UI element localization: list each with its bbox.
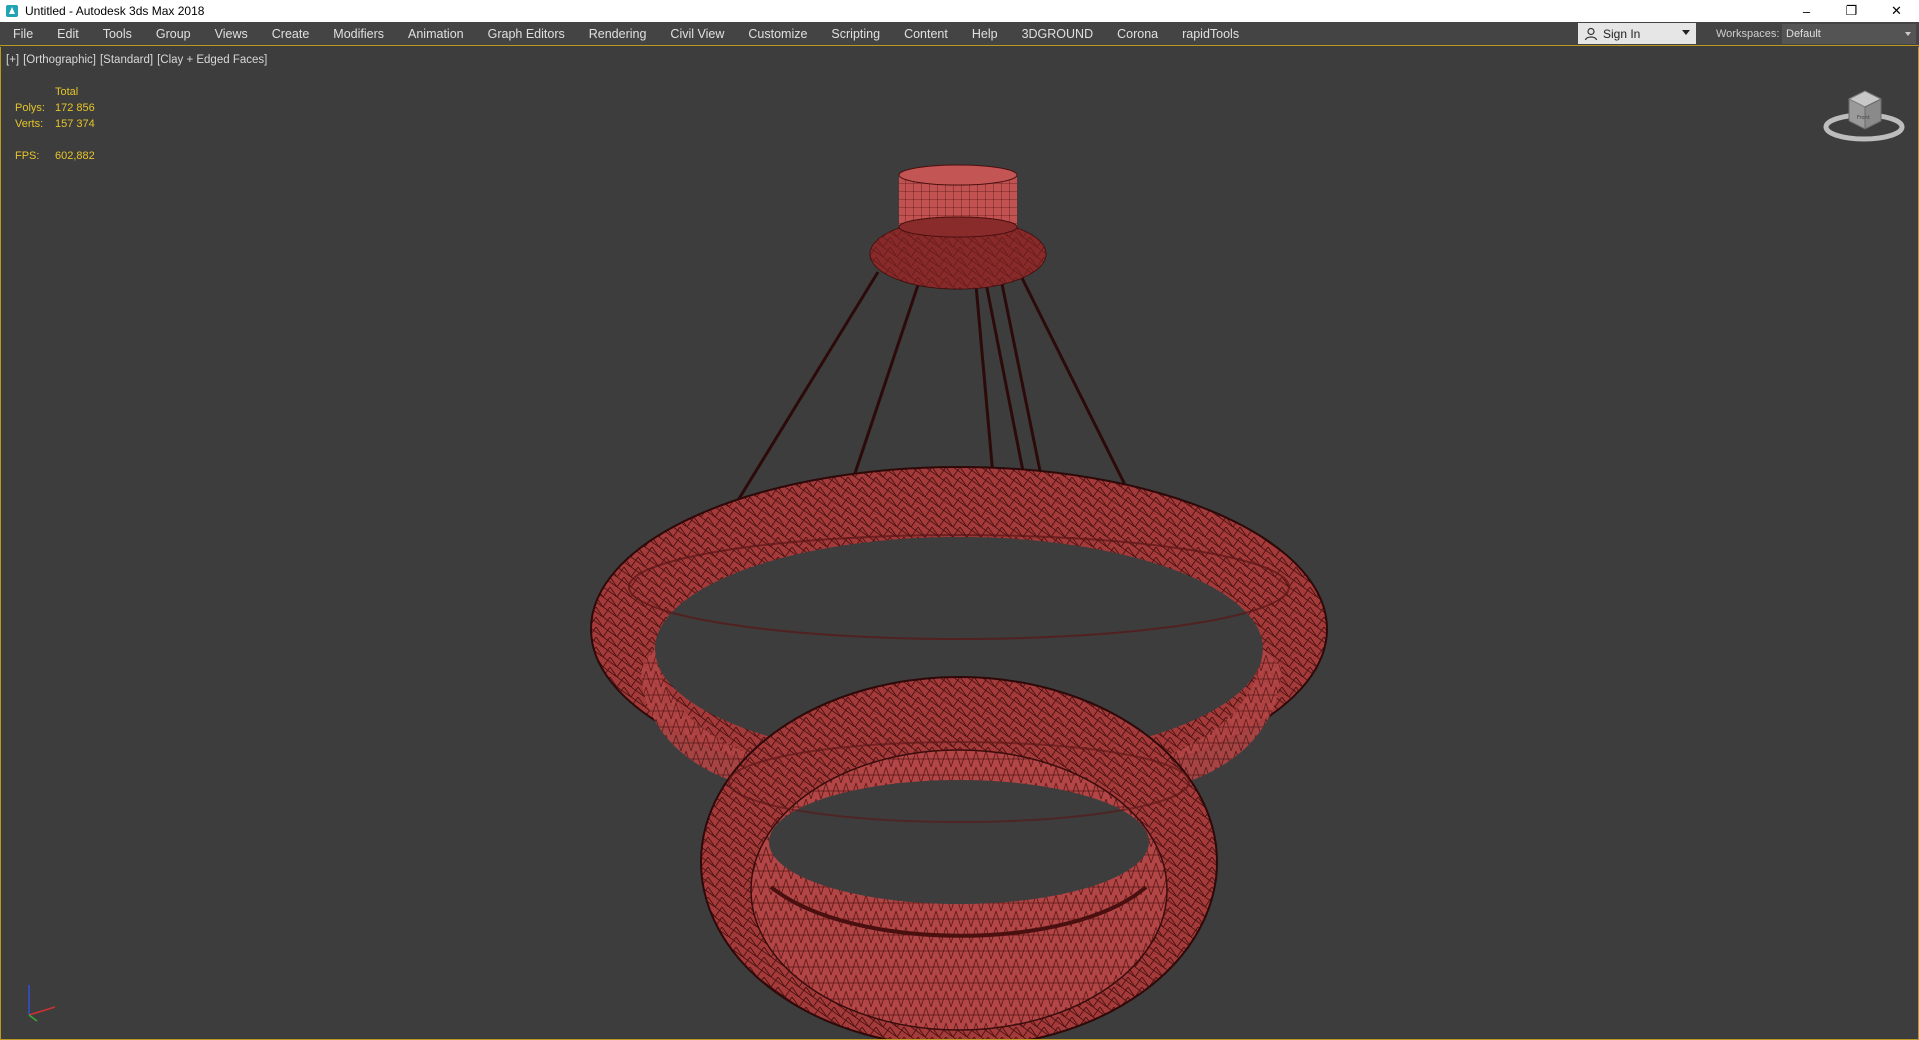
- ceiling-canopy: [869, 164, 1047, 290]
- minimize-button[interactable]: –: [1784, 0, 1829, 22]
- menu-rendering[interactable]: Rendering: [577, 22, 659, 46]
- menu-views[interactable]: Views: [203, 22, 260, 46]
- verts-value: 157 374: [55, 118, 95, 130]
- sign-in-label: Sign In: [1603, 26, 1641, 41]
- menu-customize[interactable]: Customize: [736, 22, 819, 46]
- title-bar: Untitled - Autodesk 3ds Max 2018 – ❐ ✕: [0, 0, 1919, 22]
- menu-animation[interactable]: Animation: [396, 22, 476, 46]
- menu-corona[interactable]: Corona: [1105, 22, 1170, 46]
- menu-3dground[interactable]: 3DGROUND: [1010, 22, 1106, 46]
- perspective-viewport[interactable]: [+] [Orthographic] [Standard] [Clay + Ed…: [0, 47, 1919, 1040]
- axis-tripod-icon: [19, 979, 61, 1023]
- lower-crystal-ring: [700, 676, 1218, 1039]
- chandelier-model[interactable]: [1, 47, 1918, 1039]
- polys-label: Polys:: [15, 102, 45, 114]
- 3dsmax-app-icon: [5, 4, 19, 18]
- menu-help[interactable]: Help: [960, 22, 1010, 46]
- stats-header: Total: [55, 86, 79, 98]
- viewport-general-menu[interactable]: [+]: [6, 54, 19, 66]
- workspaces-label: Workspaces:: [1716, 28, 1780, 40]
- workspace-select[interactable]: Default: [1782, 24, 1916, 44]
- menu-edit[interactable]: Edit: [45, 22, 91, 46]
- viewport-label-menu: [+] [Orthographic] [Standard] [Clay + Ed…: [6, 54, 267, 66]
- menu-file[interactable]: File: [0, 22, 45, 46]
- menu-create[interactable]: Create: [260, 22, 322, 46]
- menu-bar: File Edit Tools Group Views Create Modif…: [0, 22, 1919, 46]
- chevron-down-icon: [1905, 32, 1911, 36]
- fps-value: 602,882: [55, 150, 95, 162]
- fps-label: FPS:: [15, 150, 40, 162]
- menu-content[interactable]: Content: [892, 22, 960, 46]
- menu-tools[interactable]: Tools: [91, 22, 144, 46]
- workspace-value: Default: [1786, 28, 1821, 40]
- menu-scripting[interactable]: Scripting: [819, 22, 892, 46]
- menu-group[interactable]: Group: [144, 22, 203, 46]
- menu-civil-view[interactable]: Civil View: [658, 22, 736, 46]
- menu-graph-editors[interactable]: Graph Editors: [476, 22, 577, 46]
- viewport-statistics: Total Polys: 172 856 Verts: 157 374 FPS: 60…: [15, 84, 95, 164]
- viewport-point-of-view-menu[interactable]: [Orthographic]: [23, 54, 96, 66]
- menu-rapidtools[interactable]: rapidTools: [1170, 22, 1251, 46]
- close-button[interactable]: ✕: [1874, 0, 1919, 22]
- polys-value: 172 856: [55, 102, 95, 114]
- restore-button[interactable]: ❐: [1829, 0, 1874, 22]
- user-icon: [1584, 27, 1598, 41]
- window-title: Untitled - Autodesk 3ds Max 2018: [25, 4, 205, 18]
- sign-in-dropdown[interactable]: Sign In: [1578, 23, 1696, 44]
- viewcube-front-label: Front: [1857, 115, 1870, 121]
- viewport-display-mode-menu[interactable]: [Clay + Edged Faces]: [157, 54, 267, 66]
- viewport-shading-menu[interactable]: [Standard]: [100, 54, 153, 66]
- menu-modifiers[interactable]: Modifiers: [321, 22, 396, 46]
- verts-label: Verts:: [15, 118, 44, 130]
- chevron-down-icon: [1682, 30, 1690, 35]
- viewcube[interactable]: Front: [1819, 77, 1909, 147]
